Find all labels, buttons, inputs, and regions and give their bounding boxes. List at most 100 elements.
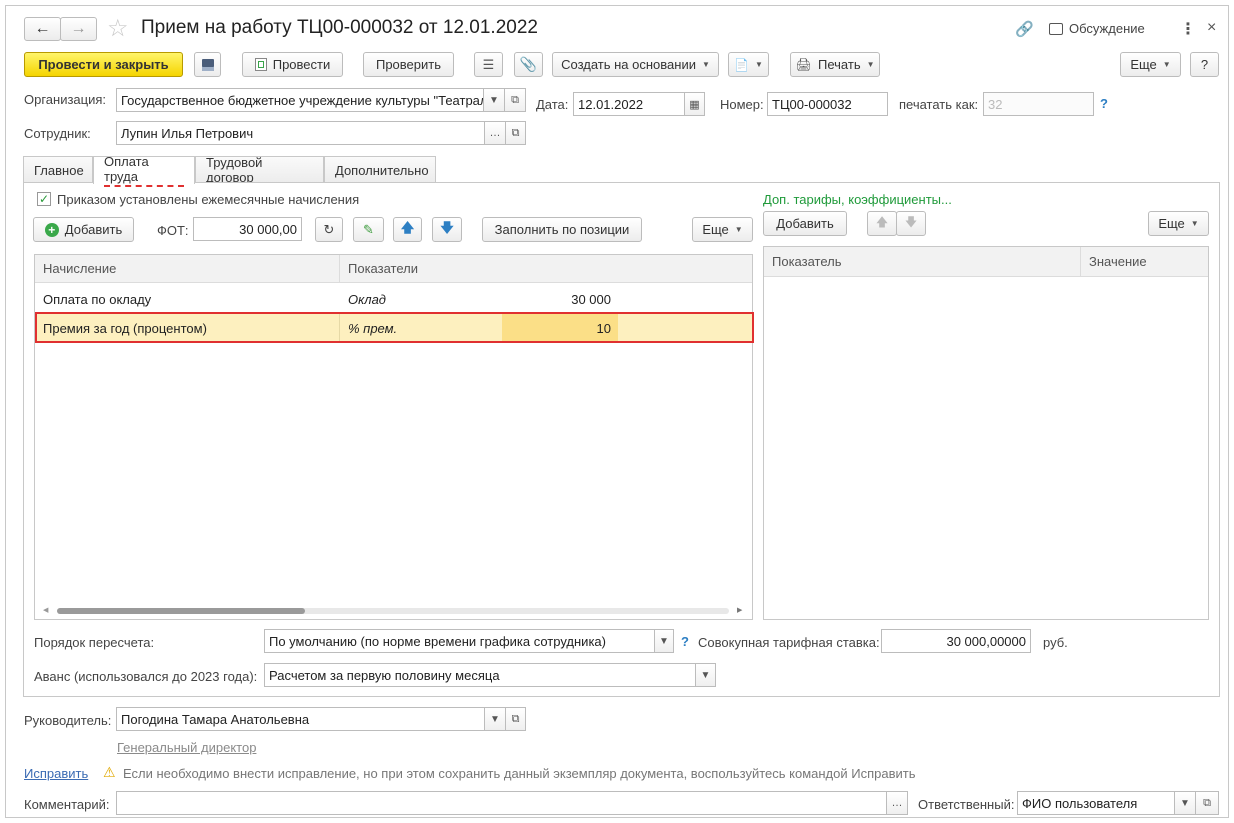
paperclip-icon: 📎 (519, 56, 538, 72)
responsible-dropdown-button[interactable]: ▼ (1174, 791, 1196, 815)
total-rate-label: Совокупная тарифная ставка: (698, 635, 880, 650)
chat-icon (1049, 22, 1063, 35)
scroll-left-arrow[interactable]: ◀ (43, 606, 48, 614)
employee-open-button[interactable]: ⧉ (505, 121, 526, 145)
total-rate-value: 30 000,00000 (946, 633, 1026, 649)
recalc-label: Порядок пересчета: (34, 635, 155, 650)
number-label: Номер: (720, 97, 764, 112)
table-row-selected[interactable]: Премия за год (процентом) % прем. 10 (35, 314, 752, 342)
tab-main-label: Главное (34, 162, 84, 178)
ellipsis-icon: … (891, 797, 903, 809)
tab-contract[interactable]: Трудовой договор (195, 155, 324, 185)
org-value: Государственное бюджетное учреждение кул… (121, 92, 484, 108)
tab-main[interactable]: Главное (23, 156, 93, 183)
advance-field[interactable]: Расчетом за первую половину месяца (264, 663, 696, 687)
charges-table: Начисление Показатели Оплата по окладу О… (34, 254, 753, 620)
edit-button[interactable]: ✎ (353, 217, 384, 242)
print-button[interactable]: 🖨 Печать ▼ (790, 52, 880, 77)
fix-link[interactable]: Исправить (24, 766, 88, 781)
post-and-close-button[interactable]: Провести и закрыть (24, 52, 183, 77)
more-button[interactable]: Еще ▼ (1120, 52, 1181, 77)
monthly-charges-checkbox[interactable]: ✓ (37, 192, 51, 206)
add-charge-button[interactable]: + Добавить (33, 217, 134, 242)
org-field[interactable]: Государственное бюджетное учреждение кул… (116, 88, 484, 112)
forward-button[interactable]: → (60, 17, 97, 41)
employee-field[interactable]: Лупин Илья Петрович (116, 121, 485, 145)
pay-more-button[interactable]: Еще ▼ (692, 217, 753, 242)
chevron-down-icon: ▼ (734, 225, 743, 234)
printer-icon: 🖨 (795, 56, 812, 72)
charge-name-cell[interactable]: Оплата по окладу (43, 285, 151, 314)
head-dropdown-button[interactable]: ▼ (484, 707, 506, 731)
head-open-button[interactable]: ⧉ (505, 707, 526, 731)
total-rate-field[interactable]: 30 000,00000 (881, 629, 1031, 653)
number-field[interactable]: ТЦ00-000032 (767, 92, 888, 116)
print-as-field[interactable]: 32 (983, 92, 1094, 116)
tab-additional[interactable]: Дополнительно (324, 156, 436, 183)
create-based-on-button[interactable]: Создать на основании ▼ (552, 52, 719, 77)
arrow-down-icon: 🡇 (904, 215, 918, 229)
document-clock-icon: 📄 (734, 57, 750, 72)
scroll-right-arrow[interactable]: ▶ (737, 606, 742, 614)
head-field[interactable]: Погодина Тамара Анатольевна (116, 707, 485, 731)
tariff-more-button[interactable]: Еще ▼ (1148, 211, 1209, 236)
column-header-indicators[interactable]: Показатели (340, 255, 752, 283)
advance-dropdown-button[interactable]: ▼ (695, 663, 716, 687)
responsible-field[interactable]: ФИО пользователя (1017, 791, 1175, 815)
fot-field[interactable]: 30 000,00 (193, 217, 302, 241)
responsible-open-button[interactable]: ⧉ (1195, 791, 1219, 815)
org-open-button[interactable]: ⧉ (504, 88, 526, 112)
help-icon[interactable]: ? (1100, 96, 1108, 111)
discussion-button[interactable]: Обсуждение (1049, 21, 1145, 36)
tariff-move-up-button[interactable]: 🡅 (867, 211, 897, 236)
help-button[interactable]: ? (1190, 52, 1219, 77)
post-button[interactable]: Провести (242, 52, 343, 77)
comment-expand-button[interactable]: … (886, 791, 908, 815)
column-header-value[interactable]: Значение (1081, 247, 1208, 277)
help-icon[interactable]: ? (681, 634, 689, 649)
indicator-value-cell[interactable]: 10 (505, 314, 611, 342)
chevron-down-icon: ▼ (490, 713, 500, 725)
refresh-button[interactable]: ↻ (315, 217, 343, 242)
warning-icon: ⚠ (103, 764, 116, 780)
close-icon[interactable]: × (1207, 19, 1216, 37)
link-icon[interactable]: 🔗 (1015, 20, 1034, 38)
print-as-placeholder: 32 (988, 96, 1003, 112)
extra-tariffs-link[interactable]: Доп. тарифы, коэффициенты... (763, 192, 952, 207)
employee-select-button[interactable]: … (484, 121, 506, 145)
journal-button[interactable]: ☰ (474, 52, 503, 77)
recalc-field[interactable]: По умолчанию (по норме времени графика с… (264, 629, 655, 653)
comment-field[interactable] (116, 791, 887, 815)
head-position-link[interactable]: Генеральный директор (117, 740, 256, 755)
move-up-button[interactable]: 🡅 (393, 217, 422, 242)
horizontal-scrollbar-thumb[interactable] (57, 608, 305, 614)
fill-by-position-button[interactable]: Заполнить по позиции (482, 217, 642, 242)
indicator-name-cell[interactable]: % прем. (348, 314, 397, 342)
save-button[interactable] (194, 52, 221, 77)
table-row[interactable]: Оплата по окладу Оклад 30 000 (35, 285, 752, 314)
column-header-charge[interactable]: Начисление (35, 255, 340, 283)
currency-label: руб. (1043, 635, 1068, 650)
tab-pay[interactable]: Оплата труда (93, 154, 195, 187)
check-button[interactable]: Проверить (363, 52, 454, 77)
favorite-star-icon[interactable]: ☆ (107, 14, 129, 43)
add-tariff-button[interactable]: Добавить (763, 211, 847, 236)
calendar-icon: ▦ (689, 98, 700, 111)
back-button[interactable]: ← (24, 17, 61, 41)
related-docs-button[interactable]: 📄 ▼ (728, 52, 769, 77)
column-header-indicator[interactable]: Показатель (764, 247, 1081, 277)
charge-name-cell[interactable]: Премия за год (процентом) (43, 314, 207, 342)
indicator-name-cell[interactable]: Оклад (348, 285, 386, 314)
move-down-button[interactable]: 🡇 (432, 217, 462, 242)
recalc-dropdown-button[interactable]: ▼ (654, 629, 674, 653)
tariff-move-down-button[interactable]: 🡇 (896, 211, 926, 236)
fot-label: ФОТ: (157, 223, 189, 238)
calendar-button[interactable]: ▦ (684, 92, 705, 116)
more-menu-icon[interactable]: ⋮ (1180, 19, 1196, 39)
attachments-button[interactable]: 📎 (514, 52, 543, 77)
date-field[interactable]: 12.01.2022 (573, 92, 685, 116)
org-dropdown-button[interactable]: ▼ (483, 88, 505, 112)
fot-value: 30 000,00 (239, 221, 297, 237)
tab-contract-label: Трудовой договор (206, 155, 263, 185)
indicator-value-cell[interactable]: 30 000 (505, 285, 611, 314)
